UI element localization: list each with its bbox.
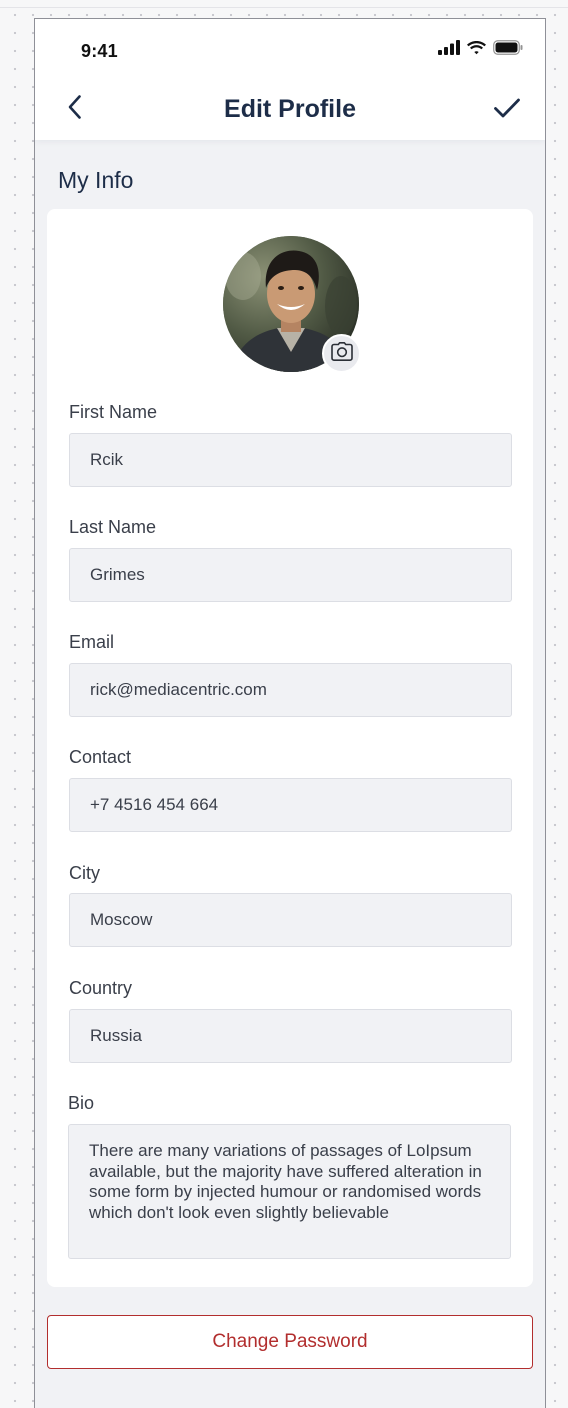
bio-textarea[interactable]: There are many variations of passages of… xyxy=(68,1124,511,1259)
phone-screen: 9:41 Edit Profile My Info First Name Rci… xyxy=(34,18,546,1408)
wifi-icon xyxy=(466,40,487,61)
battery-icon xyxy=(493,40,523,60)
change-photo-button[interactable] xyxy=(322,334,361,373)
city-input[interactable] xyxy=(69,893,512,947)
contact-label: Contact xyxy=(69,747,132,767)
email-input[interactable] xyxy=(69,663,512,717)
last-name-input[interactable] xyxy=(69,548,512,602)
status-bar-time: 9:41 xyxy=(81,41,118,61)
cellular-signal-icon xyxy=(438,40,460,60)
checkmark-icon xyxy=(493,97,521,124)
canvas-top-divider xyxy=(0,7,568,8)
city-label: City xyxy=(69,863,100,883)
bio-label: Bio xyxy=(68,1093,95,1113)
app-header: 9:41 Edit Profile xyxy=(35,19,545,140)
camera-icon xyxy=(330,341,353,366)
country-label: Country xyxy=(69,978,133,998)
save-button[interactable] xyxy=(489,95,525,125)
profile-form-card: First Name Last Name Email Contact City … xyxy=(47,209,533,1287)
email-label: Email xyxy=(69,632,115,652)
page-title: Edit Profile xyxy=(224,95,356,123)
status-bar-icons xyxy=(438,40,523,61)
country-input[interactable] xyxy=(69,1009,512,1063)
first-name-input[interactable] xyxy=(69,433,512,487)
contact-input[interactable] xyxy=(69,778,512,832)
last-name-label: Last Name xyxy=(69,517,157,537)
first-name-label: First Name xyxy=(69,402,158,422)
change-password-button[interactable]: Change Password xyxy=(47,1315,533,1369)
section-title: My Info xyxy=(58,167,134,193)
